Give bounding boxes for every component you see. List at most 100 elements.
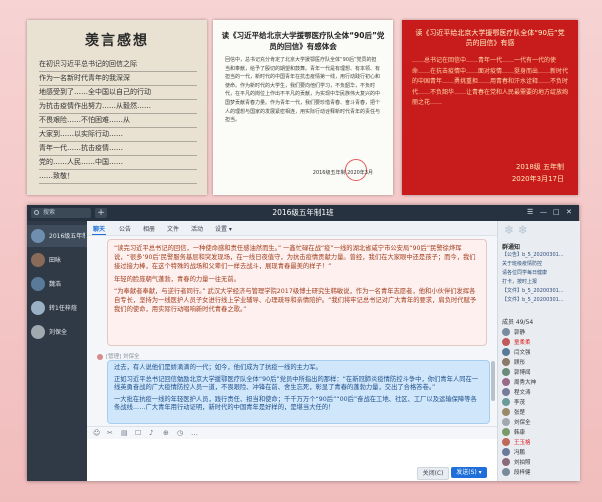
close-icon[interactable]: ✕ [566,208,572,216]
printed-essay-photo: 读《习近平给北京大学援鄂医疗队全体“90后”党员的回信》有感体会 回信中，总书记… [213,20,393,195]
notice-item[interactable]: 【文件】b_5_20200301... [502,287,576,294]
member-item[interactable]: 刘保全 [502,417,578,427]
chat-window: 搜索 + 2016级五年制1班 ☰ — □ ✕ 2016级五年制1 田咏魏浩转1任… [27,205,580,481]
member-name: 张楚 [514,410,526,416]
input-toolbar: ☺ ✂ ▤ ☐ ♪ ⊕ ◷ … [87,426,497,439]
message-paragraph: “读完习近平总书记的回信，一种使命感和责任感油然而生。” 一鑫忙碌在战“疫”一线… [114,245,476,271]
letter-line: 党的……人民……中国…… [39,156,197,170]
history-icon[interactable]: ◷ [177,429,183,437]
letter-line: 地感受到了……全中国以自己的行动 [39,86,197,100]
red-essay-signature: 2018级 五年制 2020年3月17日 [512,161,564,185]
member-item[interactable]: 周秀大神 [502,377,578,387]
member-item[interactable]: 闫文强 [502,347,578,357]
essay-body: 回信中，总书记充分肯定了北京大学援鄂医疗队全体“90后”党员的担当和奉献，给予了… [225,57,381,124]
member-item[interactable]: 童柔柔 [502,337,578,347]
conversation-list: 2016级五年制1 田咏魏浩转1任梓煊刘保全 [27,221,87,481]
member-name: 童柔柔 [514,340,531,346]
more-apps-icon[interactable]: ⊕ [163,429,169,437]
conversation-item[interactable]: 2016级五年制1 [27,225,87,247]
screenshot-icon[interactable]: ✂ [107,429,113,437]
conversation-item[interactable]: 田咏 [27,249,87,271]
avatar [31,229,45,243]
avatar [502,328,510,336]
conversation-name: 魏浩 [49,281,62,288]
signature-line: 2018级 五年制 [515,163,564,171]
member-item[interactable]: 程文涛 [502,387,578,397]
voice-icon[interactable]: ♪ [149,429,153,437]
member-item[interactable]: 韩康 [502,427,578,437]
members-header: 成员 49/54 [502,319,534,326]
member-item[interactable]: 李茂 [502,397,578,407]
conversation-name: 2016级五年制1 [49,233,85,240]
file-icon[interactable]: ▤ [121,429,128,437]
emoji-icon[interactable]: ☺ [93,429,100,437]
avatar [502,388,510,396]
minimize-icon[interactable]: — [540,208,547,216]
notice-item[interactable]: 关于班级疫情防控 [502,260,576,267]
member-name: 段梓健 [514,470,531,476]
message-sender: [管理] 刘保全 [97,352,140,360]
more-icon[interactable]: … [191,429,198,437]
conversation-item[interactable]: 刘保全 [27,321,87,343]
letter-line: 为抗击疫情作出努力……从毅然…… [39,100,197,114]
message-bubble-self: 过去，有人说他们是娇滴滴的一代；如今，他们成为了抗疫一线的主力军。 正如习近平总… [107,360,490,424]
member-item[interactable]: 王玉格 [502,437,578,447]
letter-title: 羡言感想 [85,33,149,49]
letter-body: 在初识习近平总书记的回信之际 作为一名新时代青年的我深深 地感受到了……全中国以自己… [39,58,197,184]
avatar [502,358,510,366]
conversation-item[interactable]: 魏浩 [27,273,87,295]
menu-icon[interactable]: ☰ [527,208,533,216]
maximize-icon[interactable]: □ [553,208,560,216]
close-button[interactable]: 关闭(C) [417,467,449,480]
member-item[interactable]: 段梓健 [502,467,578,477]
window-title: 2016级五年制1班 [272,208,334,217]
conversation-name: 转1任梓煊 [49,305,77,312]
avatar [502,468,510,476]
member-name: 顾彤 [514,360,526,366]
tab-4[interactable]: 活动 [191,224,203,233]
red-essay-photo: 读《习近平给北京大学援鄂医疗队全体“90后”党员的回信》有感 ……总书记在回信中… [402,20,578,195]
avatar [502,408,510,416]
tab-2[interactable]: 相册 [143,224,155,233]
member-item[interactable]: 张楚 [502,407,578,417]
member-name: 郭静 [514,330,526,336]
chat-scrollbar[interactable] [491,361,495,401]
member-name: 郭博闻 [514,370,531,376]
tab-0[interactable]: 聊天 [91,224,107,235]
notice-item[interactable]: 【公告】b_5_20200301... [502,251,576,258]
notice-item[interactable]: 请各位同学每日健康 [502,269,576,276]
notice-item[interactable]: 【文件】b_5_20200301... [502,296,576,303]
avatar [31,325,45,339]
letter-line: 大家到……以实际行动…… [39,128,197,142]
tab-3[interactable]: 文件 [167,224,179,233]
notice-item[interactable]: 打卡，按时上报 [502,278,576,285]
tab-1[interactable]: 公告 [119,224,131,233]
avatar [502,368,510,376]
red-essay-title: 读《习近平给北京大学援鄂医疗队全体“90后”党员的回信》有感 [415,29,565,47]
member-item[interactable]: 刘拍照 [502,457,578,467]
letter-line: 作为一名新时代青年的我深深 [39,72,197,86]
avatar [502,448,510,456]
message-input[interactable]: 关闭(C) 发送(S) ▾ [87,439,497,481]
chat-main: 聊天 公告 相册 文件 活动 设置 ▾ “读完习近平总书记的回信，一种使命感和责任感油然而… [87,221,497,481]
member-item[interactable]: 郭静 [502,327,578,337]
member-name: 韩康 [514,430,526,436]
member-item[interactable]: 郭博闻 [502,367,578,377]
message-paragraph: 一大批在抗疫一线的年轻医护人员，践行责任、担当和使命；千千万万个“90后”“00… [114,395,477,412]
member-item[interactable]: 顾彤 [502,357,578,367]
avatar [31,301,45,315]
tab-5[interactable]: 设置 ▾ [215,224,232,233]
avatar [502,458,510,466]
member-name: 李茂 [514,400,526,406]
image-icon[interactable]: ☐ [135,429,141,437]
member-name: 王玉格 [514,440,531,446]
member-item[interactable]: 冯鹏 [502,447,578,457]
avatar [31,253,45,267]
letter-line: ……致敬！ [39,170,197,184]
member-name: 闫文强 [514,350,531,356]
send-button[interactable]: 发送(S) ▾ [451,467,487,478]
conversation-item[interactable]: 转1任梓煊 [27,297,87,319]
avatar [502,438,510,446]
essay-signature: 2016级五年制 2020年3月 [312,170,373,176]
avatar [502,428,510,436]
